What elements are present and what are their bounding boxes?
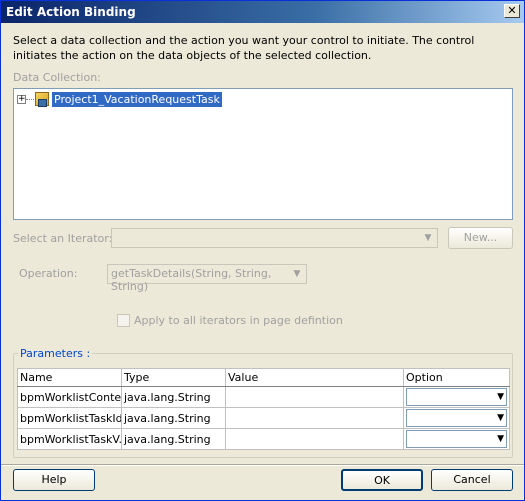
- param-type: java.lang.String: [121, 386, 226, 408]
- param-name: bpmWorklistTaskId: [17, 407, 122, 429]
- param-value-cell[interactable]: [225, 428, 404, 450]
- column-header-type[interactable]: Type: [121, 368, 226, 387]
- tree-item-project1-vacationrequesttask[interactable]: Project1_VacationRequestTask: [52, 92, 222, 107]
- table-row[interactable]: bpmWorklistTaskV... java.lang.String ▼: [17, 428, 510, 450]
- description-text: Select a data collection and the action …: [13, 34, 475, 62]
- apply-all-label: Apply to all iterators in page defintion: [134, 314, 343, 327]
- param-name: bpmWorklistTaskV...: [17, 428, 122, 450]
- option-combo[interactable]: ▼: [406, 388, 507, 406]
- column-header-name[interactable]: Name: [17, 368, 122, 387]
- parameters-table: Name Type Value Option bpmWorklistContex…: [17, 368, 510, 450]
- table-row[interactable]: bpmWorklistTaskId java.lang.String ▼: [17, 407, 510, 429]
- operation-label: Operation:: [19, 267, 78, 280]
- parameters-title: Parameters :: [18, 347, 93, 360]
- help-button[interactable]: Help: [13, 469, 95, 491]
- footer-separator: [1, 464, 524, 466]
- window-title: Edit Action Binding: [6, 5, 136, 19]
- iterator-combo[interactable]: ▼: [111, 228, 438, 248]
- column-header-option[interactable]: Option: [403, 368, 510, 387]
- new-iterator-button[interactable]: New...: [448, 227, 513, 249]
- param-option-cell[interactable]: ▼: [403, 428, 510, 450]
- close-button[interactable]: ✕: [504, 4, 520, 18]
- operation-value: getTaskDetails(String, String, String): [111, 267, 272, 293]
- param-name: bpmWorklistContext: [17, 386, 122, 408]
- chevron-down-icon: ▼: [497, 434, 504, 444]
- iterator-label: Select an Iterator:: [13, 232, 113, 245]
- param-value-cell[interactable]: [225, 386, 404, 408]
- param-option-cell[interactable]: ▼: [403, 386, 510, 408]
- chevron-down-icon: ▼: [497, 413, 504, 423]
- param-option-cell[interactable]: ▼: [403, 407, 510, 429]
- option-combo[interactable]: ▼: [406, 430, 507, 448]
- tree-connector: [26, 99, 34, 100]
- option-combo[interactable]: ▼: [406, 409, 507, 427]
- edit-action-binding-dialog: Edit Action Binding ✕ Select a data coll…: [0, 0, 525, 501]
- param-value-cell[interactable]: [225, 407, 404, 429]
- data-collection-label: Data Collection:: [13, 71, 101, 84]
- param-type: java.lang.String: [121, 407, 226, 429]
- table-row[interactable]: bpmWorklistContext java.lang.String ▼: [17, 386, 510, 408]
- table-header-row: Name Type Value Option: [17, 368, 510, 387]
- data-collection-tree[interactable]: + Project1_VacationRequestTask: [13, 88, 513, 220]
- ok-button[interactable]: OK: [341, 469, 423, 491]
- cancel-button[interactable]: Cancel: [431, 469, 513, 491]
- operation-combo[interactable]: getTaskDetails(String, String, String) ▼: [107, 264, 307, 293]
- param-type: java.lang.String: [121, 428, 226, 450]
- chevron-down-icon: ▼: [293, 269, 301, 279]
- apply-all-iterators-row[interactable]: Apply to all iterators in page defintion: [117, 314, 343, 330]
- chevron-down-icon: ▼: [497, 392, 504, 402]
- chevron-down-icon: ▼: [424, 233, 432, 243]
- column-header-value[interactable]: Value: [225, 368, 404, 387]
- apply-all-checkbox[interactable]: [117, 314, 130, 327]
- title-bar: Edit Action Binding ✕: [1, 1, 524, 23]
- data-control-icon: [35, 92, 49, 107]
- close-icon: ✕: [507, 4, 517, 17]
- expand-icon[interactable]: +: [17, 95, 26, 104]
